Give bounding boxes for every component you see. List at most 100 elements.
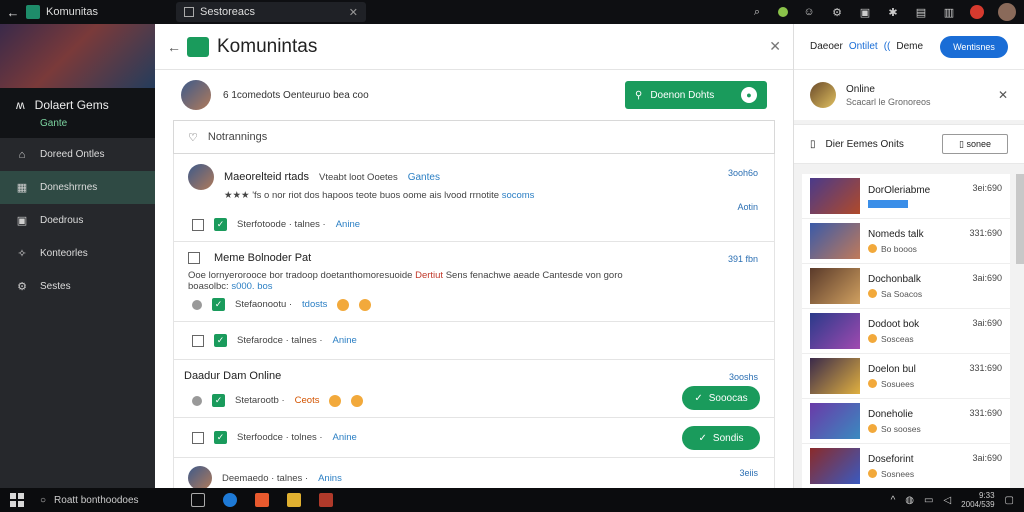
game-list-item[interactable]: Dodoot bok Sosceas 3ai:690 xyxy=(802,309,1010,354)
bracket-icon: (( xyxy=(883,41,891,52)
primary-button[interactable]: Wentisnes xyxy=(940,35,1008,58)
emoji-icon xyxy=(868,244,877,253)
search-input[interactable]: ♡ Notrannings xyxy=(173,120,775,154)
taskbar-search[interactable]: ○ Roatt bonthoodoes xyxy=(32,495,182,506)
browser-tab[interactable]: Sestoreacs ✕ xyxy=(176,2,366,22)
sidebar-item-0[interactable]: ⌂ Doreed Ontles xyxy=(0,138,155,171)
join-button-label: Doenon Dohts xyxy=(650,89,715,101)
join-button[interactable]: ⚲ Doenon Dohts ● xyxy=(625,81,767,109)
game-time: 331:690 xyxy=(969,408,1002,418)
chevron-up-icon[interactable]: ^ xyxy=(891,495,896,506)
action-link[interactable]: tdosts xyxy=(302,299,327,310)
game-thumbnail xyxy=(810,448,860,484)
post-title: Maeorelteid rtads xyxy=(224,171,309,183)
post-item[interactable]: Daadur Dam Online 3ooshs ✓ Stetarootb · … xyxy=(174,360,774,418)
pill-button[interactable]: ✓ Sooocas xyxy=(682,386,760,410)
share-icon[interactable]: ✱ xyxy=(886,5,900,19)
avatar[interactable] xyxy=(188,466,212,490)
notification-icon[interactable] xyxy=(970,5,984,19)
game-list-item[interactable]: Doseforint Sosnees 3ai:690 xyxy=(802,444,1010,488)
game-list-item[interactable]: DorOleriabme 3ei:690 xyxy=(802,174,1010,219)
action-link[interactable]: Anine xyxy=(333,335,357,346)
sidebar-item-3[interactable]: ✧ Konteorles xyxy=(0,237,155,270)
checkbox[interactable] xyxy=(192,218,204,231)
lock-icon: ⚲ xyxy=(635,89,643,101)
tab-title: Sestoreacs xyxy=(200,6,256,18)
user-avatar[interactable] xyxy=(998,3,1016,21)
windows-start-icon[interactable] xyxy=(10,493,24,507)
post-body-line2-link[interactable]: s000. bos xyxy=(231,281,272,292)
scrollbar[interactable] xyxy=(1016,174,1024,264)
back-arrow-icon[interactable]: ← xyxy=(167,39,187,55)
post-body-link[interactable]: socoms xyxy=(502,190,535,201)
post-item[interactable]: Meme Bolnoder Pat 391 fbn Ooe lornyeroro… xyxy=(174,242,774,322)
notifications-icon[interactable]: ▢ xyxy=(1005,495,1014,506)
pin-icon[interactable]: ✕ xyxy=(349,6,358,19)
post-item[interactable]: Deemaedo · talnes · Anins 3eiis xyxy=(174,458,774,490)
game-sub: Sosceas xyxy=(868,334,919,344)
action-link[interactable]: Ceots xyxy=(295,395,320,406)
right-header-rest: Deme xyxy=(896,41,924,52)
avatar[interactable] xyxy=(188,164,214,190)
app-icon[interactable] xyxy=(255,493,269,507)
sidebar-item-4[interactable]: ⚙ Sestes xyxy=(0,270,155,303)
store-icon[interactable] xyxy=(319,493,333,507)
list-icon: ▯ xyxy=(810,138,816,150)
game-name: DorOleriabme xyxy=(868,184,931,196)
settings-icon[interactable]: ⚙ xyxy=(830,5,844,19)
checkbox[interactable] xyxy=(192,334,204,347)
pill-button[interactable]: ✓ Sondis xyxy=(682,426,760,450)
display-icon[interactable]: ▭ xyxy=(924,495,933,506)
title-bar: ← Komunitas Sestoreacs ✕ ⌕ ☺ ⚙ ▣ ✱ ▤ ▥ xyxy=(0,0,1024,24)
filter-button[interactable]: ▯ sonee xyxy=(942,134,1008,154)
game-list-item[interactable]: Doneholie So sooses 331:690 xyxy=(802,399,1010,444)
task-view-icon[interactable] xyxy=(191,493,205,507)
back-arrow-icon[interactable]: ← xyxy=(0,5,26,20)
puzzle-icon[interactable]: ▣ xyxy=(858,5,872,19)
game-name: Dochonbalk xyxy=(868,273,921,285)
smile-icon[interactable]: ☺ xyxy=(802,5,816,19)
games-list-title: Dier Eemes Onits xyxy=(825,138,904,150)
clock-date: 2004/539 xyxy=(961,500,995,509)
volume-icon[interactable]: ◁ xyxy=(943,495,951,506)
checkbox[interactable] xyxy=(192,431,204,444)
post-body: ★★★ 'fs o nor riot dos hapoos teote buos… xyxy=(224,190,500,201)
post-title-link[interactable]: Gantes xyxy=(408,172,440,183)
emoji-icon[interactable] xyxy=(329,394,342,407)
game-list-item[interactable]: Dochonbalk Sa Soacos 3ai:690 xyxy=(802,264,1010,309)
sidebar-item-label: Sestes xyxy=(40,281,71,292)
action-link[interactable]: Anine xyxy=(333,432,357,443)
avatar[interactable] xyxy=(810,82,836,108)
post-item[interactable]: ✓ Stefarodce · talnes · Anine xyxy=(174,322,774,360)
game-list-item[interactable]: Doelon bul Sosuees 331:690 xyxy=(802,354,1010,399)
close-icon[interactable]: ✕ xyxy=(769,38,781,55)
online-title: Online xyxy=(846,83,875,95)
network-icon[interactable]: ◍ xyxy=(905,495,914,506)
clock[interactable]: 9:33 2004/539 xyxy=(961,491,994,509)
edge-icon[interactable] xyxy=(223,493,237,507)
game-list-item[interactable]: Nomeds talk Bo booos 331:690 xyxy=(802,219,1010,264)
check-icon: ✓ xyxy=(698,432,707,444)
sidebar-item-1[interactable]: ▦ Doneshrrnes xyxy=(0,171,155,204)
action-link[interactable]: Anine xyxy=(336,219,360,230)
sidebar-item-2[interactable]: ▣ Doedrous xyxy=(0,204,155,237)
post-item[interactable]: Maeorelteid rtads Vteabt loot Ooetes Gan… xyxy=(174,154,774,242)
emoji-icon[interactable] xyxy=(359,298,372,311)
close-icon[interactable]: ✕ xyxy=(998,88,1008,102)
community-logo-icon xyxy=(187,36,209,57)
gear-icon: ⚙ xyxy=(17,281,27,293)
action-link[interactable]: Anins xyxy=(318,473,342,484)
status-online-icon[interactable] xyxy=(778,7,788,17)
right-header-highlight: Ontilet xyxy=(848,41,878,52)
menu-icon[interactable]: ▥ xyxy=(942,5,956,19)
avatar[interactable] xyxy=(181,80,211,110)
search-icon[interactable]: ⌕ xyxy=(750,5,764,19)
folder-icon[interactable] xyxy=(287,493,301,507)
online-status: Online Scacarl le Gronoreos ✕ xyxy=(794,70,1024,120)
post-item[interactable]: ✓ Sterfoodce · tolnes · Anine ✓ Sondis xyxy=(174,418,774,458)
clipboard-icon[interactable]: ▤ xyxy=(914,5,928,19)
emoji-icon[interactable] xyxy=(337,298,350,311)
emoji-icon[interactable] xyxy=(351,394,364,407)
game-sub: Sa Soacos xyxy=(868,289,922,299)
community-panel: ← Komunintas ✕ 6 1comedots Oenteuruo bea… xyxy=(155,24,793,490)
